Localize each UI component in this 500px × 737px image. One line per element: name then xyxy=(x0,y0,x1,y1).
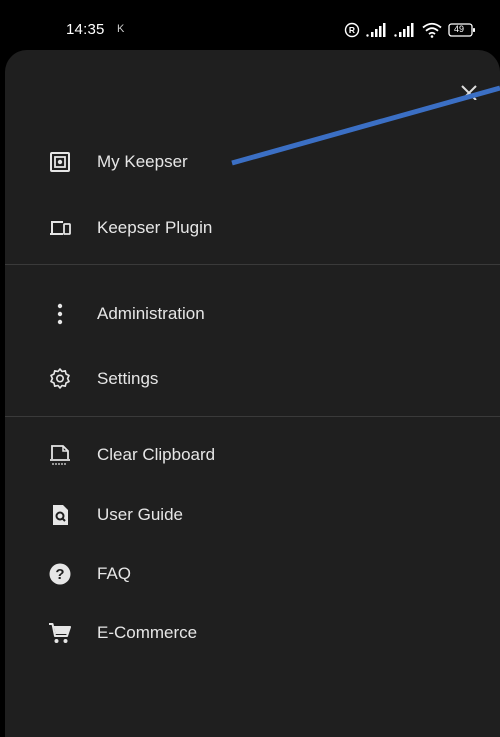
menu-item-e-commerce[interactable]: E-Commerce xyxy=(0,611,500,655)
menu-item-faq[interactable]: ? FAQ xyxy=(0,552,500,596)
menu-item-label: Keepser Plugin xyxy=(97,218,213,237)
menu-item-my-keepser[interactable]: My Keepser xyxy=(0,140,500,184)
menu-item-label: E-Commerce xyxy=(97,623,198,642)
status-indicator: K xyxy=(117,23,125,35)
menu-item-keepser-plugin[interactable]: Keepser Plugin xyxy=(0,206,500,250)
registered-icon: R xyxy=(344,22,360,38)
menu-item-settings[interactable]: Settings xyxy=(0,357,500,401)
menu-item-label: User Guide xyxy=(97,505,183,524)
more-vertical-icon xyxy=(48,302,72,326)
menu-item-label: Clear Clipboard xyxy=(97,445,216,464)
signal-icon xyxy=(366,23,388,37)
close-icon xyxy=(456,80,482,100)
gear-icon xyxy=(48,367,72,391)
close-button[interactable] xyxy=(456,80,482,100)
section-divider xyxy=(5,264,500,265)
battery-icon: 49 xyxy=(448,22,476,38)
svg-text:?: ? xyxy=(55,566,64,583)
cart-icon xyxy=(48,621,72,645)
svg-text:R: R xyxy=(349,25,355,35)
menu-item-administration[interactable]: Administration xyxy=(0,292,500,336)
menu-item-user-guide[interactable]: User Guide xyxy=(0,493,500,537)
document-search-icon xyxy=(48,503,72,527)
battery-level: 49 xyxy=(454,24,465,34)
status-time: 14:35 xyxy=(66,21,105,38)
signal-icon xyxy=(394,23,416,37)
section-divider xyxy=(5,416,500,417)
menu-item-label: FAQ xyxy=(97,564,132,583)
clipboard-clear-icon xyxy=(48,443,72,467)
status-bar: 14:35 K R 49 xyxy=(0,0,500,48)
menu-item-label: Administration xyxy=(97,304,205,323)
app-screen: 14:35 K R 49 My Keepser Keepser Plugin A… xyxy=(0,0,500,737)
safe-icon xyxy=(48,150,72,174)
help-circle-icon: ? xyxy=(48,562,72,586)
devices-icon xyxy=(48,216,72,240)
menu-item-label: My Keepser xyxy=(97,152,188,171)
menu-item-label: Settings xyxy=(97,369,159,388)
menu-item-clear-clipboard[interactable]: Clear Clipboard xyxy=(0,433,500,477)
status-icons: R 49 xyxy=(344,20,476,40)
wifi-icon xyxy=(422,22,442,38)
